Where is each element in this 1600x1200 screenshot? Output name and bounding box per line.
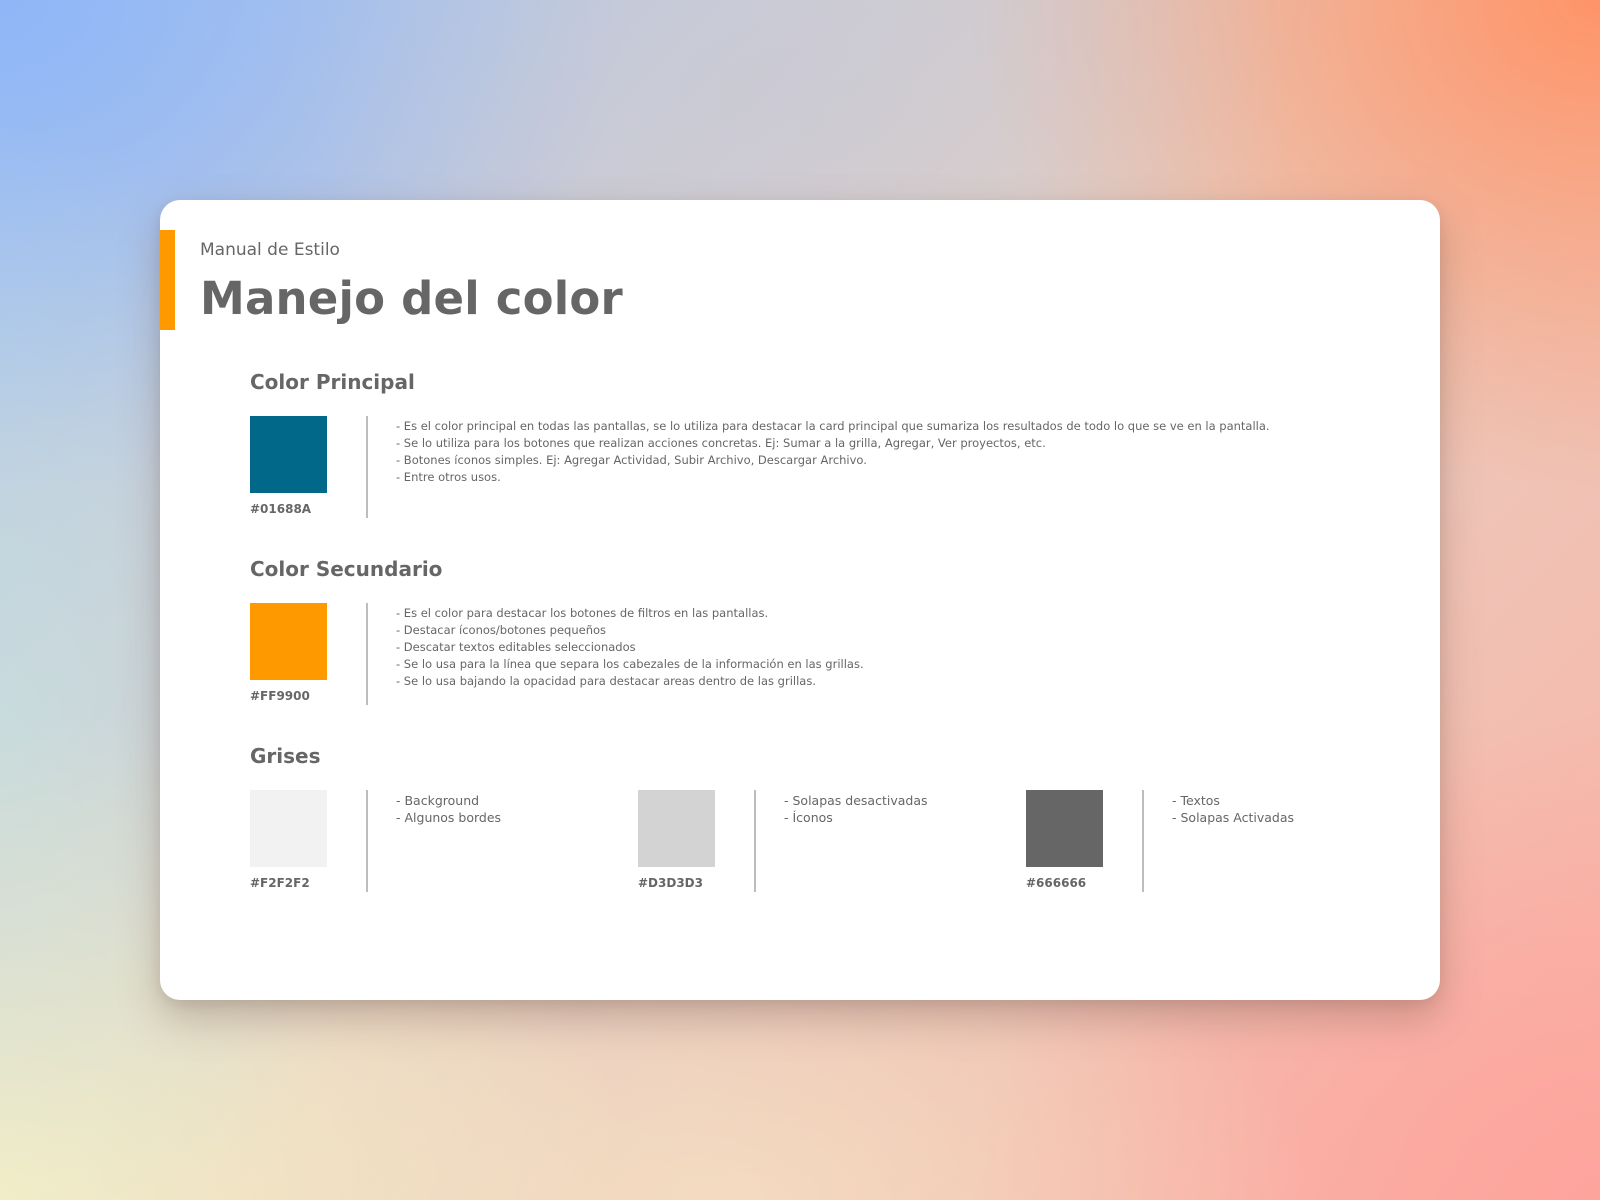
divider <box>366 603 368 705</box>
description-line: - Solapas Activadas <box>1172 810 1295 825</box>
description-list-gris-3: - Textos - Solapas Activadas <box>1172 792 1294 826</box>
section-title-secundario: Color Secundario <box>250 557 443 581</box>
divider <box>1142 790 1144 892</box>
color-entry-secundario: #FF9900 - Es el color para destacar los … <box>250 603 1400 705</box>
description-line: - Es el color principal en todas las pan… <box>396 419 1270 433</box>
description-line: - Íconos <box>784 810 833 825</box>
hex-label-gris-1: #F2F2F2 <box>250 876 310 890</box>
description-line: - Descatar textos editables seleccionado… <box>396 640 636 654</box>
description-line: - Solapas desactivadas <box>784 793 928 808</box>
hex-label-gris-2: #D3D3D3 <box>638 876 703 890</box>
description-line: - Algunos bordes <box>396 810 502 825</box>
color-entry-gris-3: #666666 - Textos - Solapas Activadas <box>1026 790 1386 892</box>
color-entry-gris-2: #D3D3D3 - Solapas desactivadas - Íconos <box>638 790 998 892</box>
description-line: - Botones íconos simples. Ej: Agregar Ac… <box>396 453 867 467</box>
description-line: - Textos <box>1172 793 1220 808</box>
divider <box>754 790 756 892</box>
color-entry-principal: #01688A - Es el color principal en todas… <box>250 416 1400 518</box>
hex-label-secundario: #FF9900 <box>250 689 310 703</box>
description-list-gris-1: - Background - Algunos bordes <box>396 792 501 826</box>
style-guide-card: Manual de Estilo Manejo del color Color … <box>160 200 1440 1000</box>
description-line: - Entre otros usos. <box>396 470 501 484</box>
section-title-principal: Color Principal <box>250 370 415 394</box>
color-swatch-gris-3 <box>1026 790 1103 867</box>
divider <box>366 416 368 518</box>
section-title-grises: Grises <box>250 744 321 768</box>
accent-bar <box>160 230 175 330</box>
divider <box>366 790 368 892</box>
description-list-secundario: - Es el color para destacar los botones … <box>396 605 864 690</box>
description-line: - Se lo usa bajando la opacidad para des… <box>396 674 816 688</box>
color-swatch-gris-1 <box>250 790 327 867</box>
color-swatch-gris-2 <box>638 790 715 867</box>
description-list-gris-2: - Solapas desactivadas - Íconos <box>784 792 928 826</box>
hex-label-gris-3: #666666 <box>1026 876 1087 890</box>
page-title: Manejo del color <box>200 272 623 325</box>
hex-label-principal: #01688A <box>250 502 312 516</box>
description-line: - Destacar íconos/botones pequeños <box>396 623 607 637</box>
description-line: - Se lo usa para la línea que separa los… <box>396 657 864 671</box>
description-line: - Background <box>396 793 480 808</box>
color-entry-gris-1: #F2F2F2 - Background - Algunos bordes <box>250 790 610 892</box>
description-list-principal: - Es el color principal en todas las pan… <box>396 418 1270 486</box>
color-swatch-principal <box>250 416 327 493</box>
description-line: - Se lo utiliza para los botones que rea… <box>396 436 1046 450</box>
description-line: - Es el color para destacar los botones … <box>396 606 769 620</box>
color-swatch-secundario <box>250 603 327 680</box>
page-kicker: Manual de Estilo <box>200 240 340 260</box>
